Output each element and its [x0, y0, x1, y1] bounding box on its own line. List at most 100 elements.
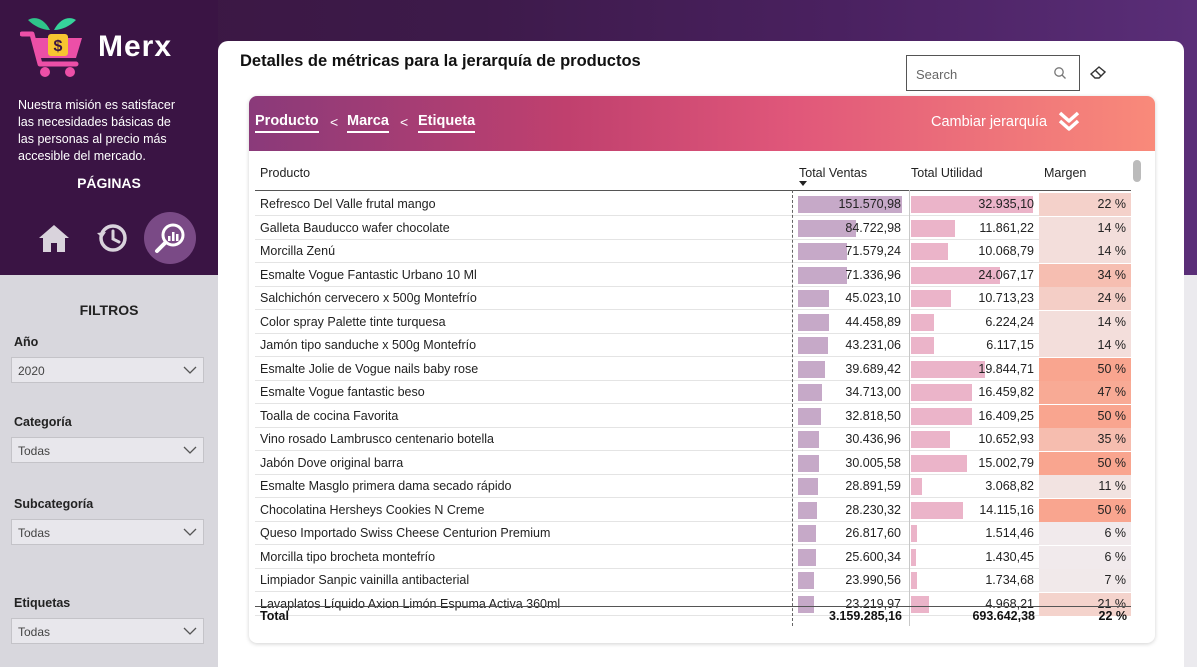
filter-subcategory-value: Todas [18, 526, 51, 540]
product-name: Morcilla Zenú [260, 244, 336, 258]
breadcrumb-etiqueta[interactable]: Etiqueta [418, 113, 476, 133]
profit-value: 1.734,68 [985, 573, 1034, 587]
margin-value: 24 % [1097, 291, 1127, 305]
table-row[interactable]: Limpiador Sanpic vainilla antibacterial 2… [255, 569, 1131, 592]
table-row[interactable]: Chocolatina Hersheys Cookies N Creme 28.2… [255, 498, 1131, 522]
pages-title: PÁGINAS [77, 175, 141, 191]
svg-text:$: $ [54, 38, 63, 55]
filter-year-label: Año [14, 335, 39, 349]
breadcrumb-producto[interactable]: Producto [255, 113, 319, 133]
product-name: Limpiador Sanpic vainilla antibacterial [260, 573, 470, 587]
col-header-margin[interactable]: Margen [1044, 166, 1086, 180]
table-row[interactable]: Jabón Dove original barra 30.005,58 15.002… [255, 451, 1131, 475]
table-row[interactable]: Esmalte Vogue fantastic beso 34.713,00 16.… [255, 381, 1131, 404]
filter-category-label: Categoría [14, 415, 72, 429]
filter-subcategory-label: Subcategoría [14, 497, 94, 511]
col-header-profit[interactable]: Total Utilidad [911, 166, 983, 180]
product-name: Esmalte Masglo primera dama secado rápid… [260, 479, 512, 493]
margin-value: 14 % [1097, 220, 1127, 235]
nav-home-button[interactable] [28, 212, 80, 264]
table-row[interactable]: Morcilla tipo brocheta montefrío 25.600,3… [255, 545, 1131, 569]
margin-value: 22 % [1097, 197, 1127, 211]
product-name: Chocolatina Hersheys Cookies N Creme [260, 502, 485, 517]
total-divider [255, 606, 1131, 607]
profit-value: 14.115,16 [979, 502, 1034, 517]
table-row[interactable]: Esmalte Jolie de Vogue nails baby rose 39… [255, 357, 1131, 381]
sales-value: 26.817,60 [845, 526, 901, 540]
nav-detail-button[interactable] [144, 212, 196, 264]
brand-name: Merx [98, 30, 173, 63]
product-name: Galleta Bauducco wafer chocolate [260, 220, 450, 235]
margin-value: 14 % [1097, 314, 1127, 329]
table-row[interactable]: Esmalte Vogue Fantastic Urbano 10 Ml 71.3… [255, 263, 1131, 287]
filter-subcategory-select[interactable]: Todas [11, 519, 204, 545]
profit-value: 16.459,82 [978, 385, 1034, 399]
table-row[interactable]: Color spray Palette tinte turquesa 44.458… [255, 310, 1131, 334]
nav-history-button[interactable] [86, 212, 138, 264]
total-margin: 22 % [1098, 609, 1128, 623]
table-row[interactable]: Vino rosado Lambrusco centenario botella… [255, 428, 1131, 451]
profit-value: 1.514,46 [985, 526, 1034, 540]
filters-title: FILTROS [79, 302, 139, 318]
profit-value: 10.652,93 [978, 432, 1034, 446]
column-divider [792, 190, 793, 626]
filter-tags-select[interactable]: Todas [11, 618, 204, 644]
margin-value: 11 % [1098, 479, 1126, 493]
profit-value: 6.224,24 [985, 314, 1034, 329]
margin-value: 7 % [1104, 573, 1126, 587]
product-name: Esmalte Vogue Fantastic Urbano 10 Ml [260, 267, 477, 282]
margin-value: 14 % [1097, 338, 1127, 352]
chevron-down-icon [183, 528, 197, 536]
col-header-product[interactable]: Producto [260, 166, 310, 180]
product-name: Morcilla tipo brocheta montefrío [260, 549, 436, 564]
col-header-sales[interactable]: Total Ventas [799, 166, 867, 180]
table-row[interactable]: Esmalte Masglo primera dama secado rápid… [255, 475, 1131, 498]
filter-year-select[interactable]: 2020 [11, 357, 204, 383]
sales-value: 84.722,98 [845, 220, 901, 235]
double-chevron-down-icon[interactable] [1058, 110, 1080, 132]
product-name: Vino rosado Lambrusco centenario botella [260, 432, 494, 446]
table-row[interactable]: Morcilla Zenú 71.579,24 10.068,79 14 % [255, 240, 1131, 263]
profit-value: 16.409,25 [978, 408, 1034, 423]
total-label: Total [260, 609, 289, 623]
search-chart-icon [155, 223, 185, 253]
margin-value: 50 % [1097, 408, 1127, 423]
search-input[interactable]: Search [906, 55, 1080, 91]
sales-value: 28.230,32 [845, 502, 901, 517]
profit-value: 6.117,15 [986, 338, 1034, 352]
mission-text: Nuestra misión es satisfacer las necesid… [18, 98, 176, 163]
product-name: Jamón tipo sanduche x 500g Montefrío [260, 338, 477, 352]
profit-value: 15.002,79 [978, 455, 1034, 470]
sales-value: 39.689,42 [845, 361, 901, 376]
margin-value: 50 % [1097, 455, 1127, 470]
sales-value: 43.231,06 [845, 338, 901, 352]
margin-value: 14 % [1097, 244, 1127, 258]
table-row[interactable]: Salchichón cervecero x 500g Montefrío 45.… [255, 287, 1131, 310]
table-row[interactable]: Jamón tipo sanduche x 500g Montefrío 43.2… [255, 334, 1131, 357]
header-divider [255, 190, 1131, 191]
sales-value: 71.336,96 [845, 267, 901, 282]
filter-tags-value: Todas [18, 625, 51, 639]
table-row[interactable]: Refresco Del Valle frutal mango 151.570,9… [255, 193, 1131, 216]
margin-value: 47 % [1097, 385, 1127, 399]
product-name: Queso Importado Swiss Cheese Centurion P… [260, 526, 551, 540]
table-row[interactable]: Toalla de cocina Favorita 32.818,50 16.409… [255, 404, 1131, 428]
filter-category-select[interactable]: Todas [11, 437, 204, 463]
margin-value: 6 % [1104, 526, 1126, 540]
sales-value: 30.436,96 [845, 432, 901, 446]
margin-value: 34 % [1097, 267, 1127, 282]
sales-value: 28.891,59 [845, 479, 901, 493]
breadcrumb-marca[interactable]: Marca [347, 113, 389, 133]
table-scrollbar[interactable] [1133, 160, 1141, 182]
sales-value: 25.600,34 [845, 549, 901, 564]
clear-search-button[interactable] [1082, 55, 1114, 91]
change-hierarchy-button[interactable]: Cambiar jerarquía [931, 114, 1047, 130]
table-row[interactable]: Queso Importado Swiss Cheese Centurion P… [255, 522, 1131, 545]
sales-value: 30.005,58 [845, 455, 901, 470]
table-row[interactable]: Galleta Bauducco wafer chocolate 84.722,9… [255, 216, 1131, 240]
margin-value: 35 % [1097, 432, 1127, 446]
page-title: Detalles de métricas para la jerarquía d… [240, 52, 641, 70]
sales-value: 71.579,24 [845, 244, 901, 258]
total-sales: 3.159.285,16 [829, 609, 902, 623]
filter-category-value: Todas [18, 444, 51, 458]
